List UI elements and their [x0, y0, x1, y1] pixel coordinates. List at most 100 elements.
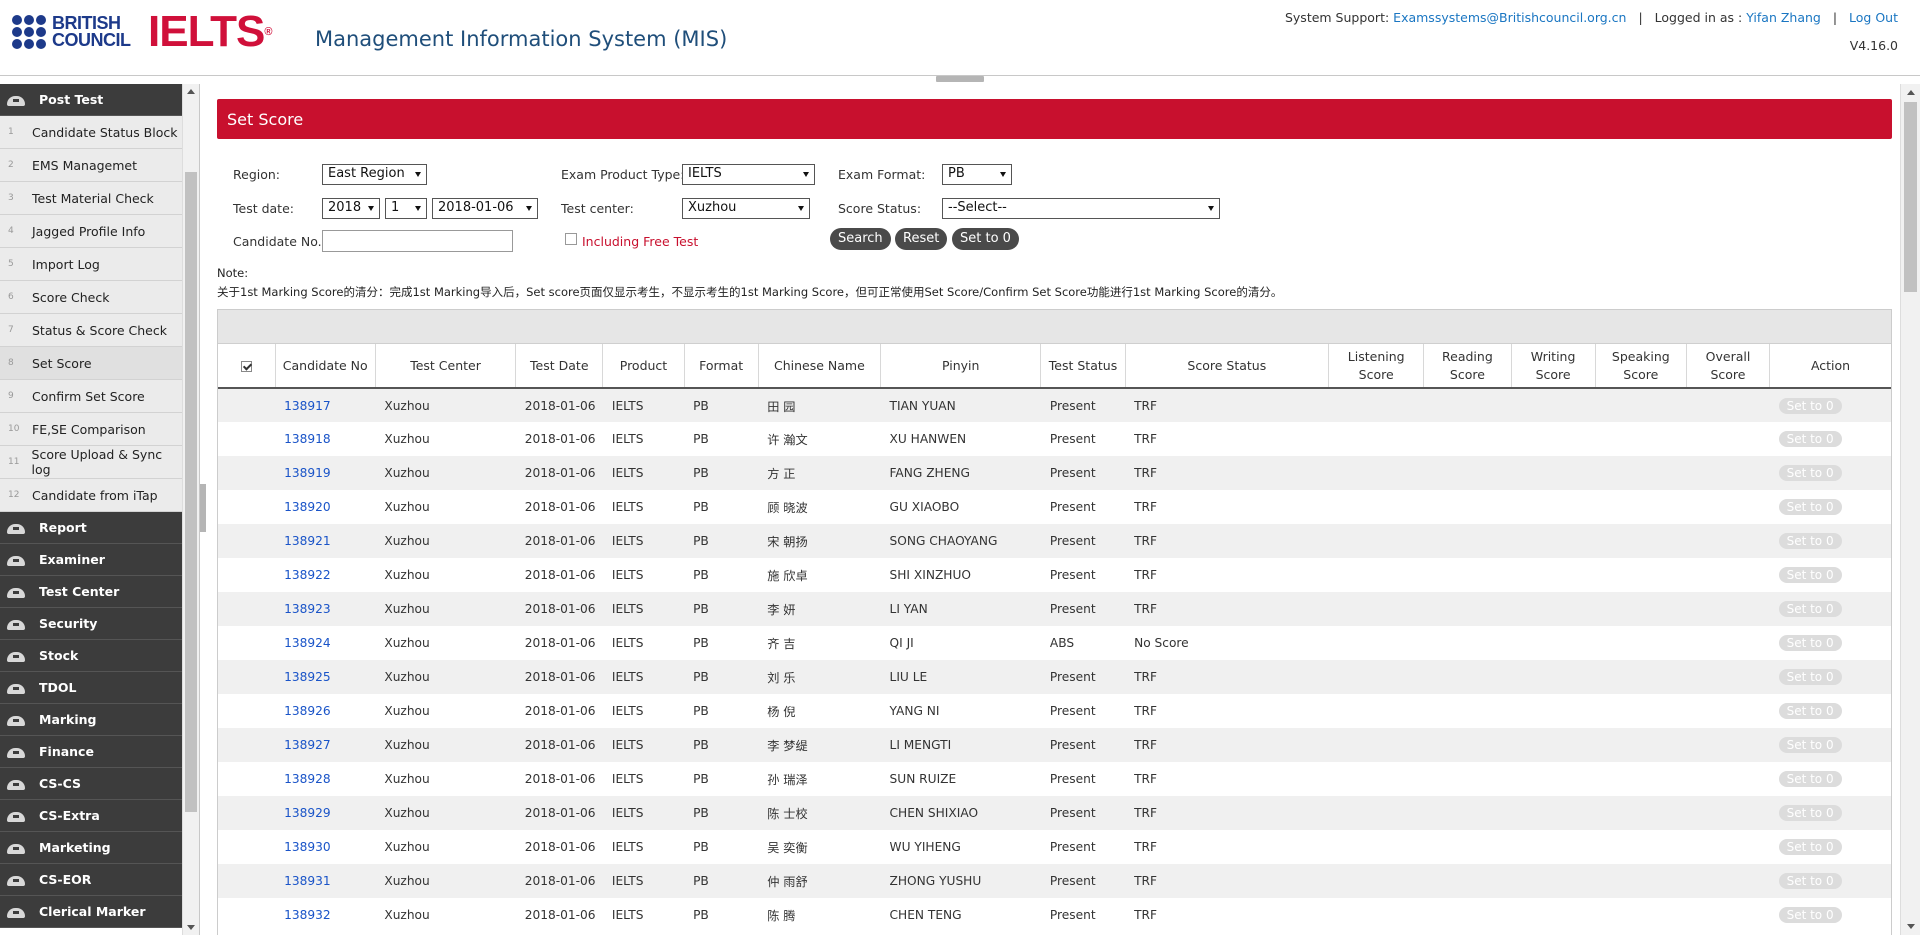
sidebar-section-post-test[interactable]: Post Test [0, 84, 182, 116]
sidebar-section[interactable]: Security [0, 608, 182, 640]
cell-score-status: TRF [1125, 524, 1329, 558]
sidebar-resize-handle[interactable] [200, 484, 206, 532]
sidebar-item[interactable]: 7 Status & Score Check [0, 314, 182, 347]
date-select[interactable]: 2018-01-06 [432, 198, 538, 219]
cell-format: PB [684, 422, 759, 456]
main-scroll-thumb[interactable] [1904, 102, 1917, 292]
sidebar-section[interactable]: Finance [0, 736, 182, 768]
sidebar-section[interactable]: CS-CS [0, 768, 182, 800]
sidebar-section[interactable]: Examiner [0, 544, 182, 576]
sidebar-item[interactable]: 2 EMS Managemet [0, 149, 182, 182]
row-set-to-zero-button[interactable]: Set to 0 [1778, 907, 1842, 923]
select-all-header[interactable] [218, 344, 276, 389]
sidebar-section[interactable]: CS-EOR [0, 864, 182, 896]
scroll-down-icon[interactable] [187, 925, 195, 930]
sidebar-item[interactable]: 8 Set Score [0, 347, 182, 380]
sidebar-section[interactable]: Marketing [0, 832, 182, 864]
row-set-to-zero-button[interactable]: Set to 0 [1778, 669, 1842, 685]
score-cell [1423, 864, 1511, 898]
candidate-no-link[interactable]: 138924 [275, 626, 376, 660]
row-set-to-zero-button[interactable]: Set to 0 [1778, 499, 1842, 515]
row-set-to-zero-button[interactable]: Set to 0 [1778, 635, 1842, 651]
score-cell [1686, 558, 1770, 592]
candidate-no-input[interactable] [322, 230, 513, 252]
bc-dots-icon [12, 15, 46, 49]
cell-center: Xuzhou [375, 660, 516, 694]
row-set-to-zero-button[interactable]: Set to 0 [1778, 533, 1842, 549]
cell-product: IELTS [602, 422, 685, 456]
candidate-no-link[interactable]: 138929 [275, 796, 376, 830]
set-to-zero-button[interactable]: Set to 0 [952, 228, 1019, 250]
header-resize-handle[interactable] [936, 76, 984, 82]
sidebar-section[interactable]: CS-Extra [0, 800, 182, 832]
sidebar-item[interactable]: 4 Jagged Profile Info [0, 215, 182, 248]
cell-date: 2018-01-06 [515, 694, 603, 728]
sidebar-item[interactable]: 11 Score Upload & Sync log [0, 446, 182, 479]
candidate-no-link[interactable]: 138919 [275, 456, 376, 490]
search-button[interactable]: Search [830, 228, 891, 250]
row-set-to-zero-button[interactable]: Set to 0 [1778, 737, 1842, 753]
row-select-cell [218, 796, 276, 830]
product-select[interactable]: IELTS [682, 164, 815, 185]
sidebar-item[interactable]: 12 Candidate from iTap [0, 479, 182, 512]
scroll-up-icon[interactable] [1907, 90, 1915, 95]
scroll-down-icon[interactable] [1907, 924, 1915, 929]
sidebar-item[interactable]: 10 FE,SE Comparison [0, 413, 182, 446]
sidebar-item[interactable]: 1 Candidate Status Block [0, 116, 182, 149]
sidebar-scroll-thumb[interactable] [185, 172, 197, 812]
row-set-to-zero-button[interactable]: Set to 0 [1778, 805, 1842, 821]
main-scrollbar[interactable] [1900, 84, 1920, 935]
cell-product: IELTS [602, 796, 685, 830]
candidate-no-link[interactable]: 138931 [275, 864, 376, 898]
row-set-to-zero-button[interactable]: Set to 0 [1778, 839, 1842, 855]
candidate-no-link[interactable]: 138927 [275, 728, 376, 762]
row-set-to-zero-button[interactable]: Set to 0 [1778, 703, 1842, 719]
candidate-no-link[interactable]: 138925 [275, 660, 376, 694]
candidate-no-link[interactable]: 138917 [275, 388, 376, 422]
cell-cn: 齐 吉 [758, 626, 881, 660]
row-set-to-zero-button[interactable]: Set to 0 [1778, 431, 1842, 447]
row-set-to-zero-button[interactable]: Set to 0 [1778, 465, 1842, 481]
user-link[interactable]: Yifan Zhang [1746, 10, 1821, 25]
scroll-up-icon[interactable] [187, 89, 195, 94]
row-set-to-zero-button[interactable]: Set to 0 [1778, 567, 1842, 583]
row-set-to-zero-button[interactable]: Set to 0 [1778, 873, 1842, 889]
row-set-to-zero-button[interactable]: Set to 0 [1778, 601, 1842, 617]
candidate-no-link[interactable]: 138921 [275, 524, 376, 558]
score-status-select[interactable]: --Select-- [942, 198, 1220, 219]
candidate-no-link[interactable]: 138918 [275, 422, 376, 456]
region-select[interactable]: East Region [322, 164, 427, 185]
reset-button[interactable]: Reset [895, 228, 948, 250]
sidebar-section[interactable]: TDOL [0, 672, 182, 704]
sidebar-section[interactable]: Test Center [0, 576, 182, 608]
sidebar-item[interactable]: 6 Score Check [0, 281, 182, 314]
row-set-to-zero-button[interactable]: Set to 0 [1778, 771, 1842, 787]
sidebar-item[interactable]: 9 Confirm Set Score [0, 380, 182, 413]
candidate-no-link[interactable]: 138932 [275, 898, 376, 932]
year-select[interactable]: 2018 [322, 198, 380, 219]
sidebar-section[interactable]: Marking [0, 704, 182, 736]
sidebar-scrollbar[interactable] [182, 84, 199, 935]
candidate-no-link[interactable]: 138928 [275, 762, 376, 796]
score-cell [1423, 626, 1511, 660]
sidebar-section[interactable]: Clerical Marker [0, 896, 182, 928]
candidate-no-link[interactable]: 138923 [275, 592, 376, 626]
row-set-to-zero-button[interactable]: Set to 0 [1778, 397, 1842, 414]
test-center-select[interactable]: Xuzhou [682, 198, 810, 219]
candidate-no-link[interactable]: 138926 [275, 694, 376, 728]
cell-cn: 陈 士校 [758, 796, 881, 830]
candidate-no-link[interactable]: 138922 [275, 558, 376, 592]
logout-link[interactable]: Log Out [1849, 10, 1898, 25]
select-all-checkbox[interactable] [240, 360, 252, 372]
sidebar-item[interactable]: 3 Test Material Check [0, 182, 182, 215]
format-select[interactable]: PB [942, 164, 1012, 185]
support-email-link[interactable]: Examssystems@Britishcouncil.org.cn [1393, 10, 1626, 25]
sidebar-section[interactable]: Stock [0, 640, 182, 672]
candidate-no-link[interactable]: 138930 [275, 830, 376, 864]
candidate-no-link[interactable]: 138920 [275, 490, 376, 524]
month-select[interactable]: 1 [385, 198, 427, 219]
free-test-checkbox[interactable] [565, 233, 577, 245]
cell-format: PB [684, 830, 759, 864]
sidebar-section[interactable]: Report [0, 512, 182, 544]
sidebar-item[interactable]: 5 Import Log [0, 248, 182, 281]
